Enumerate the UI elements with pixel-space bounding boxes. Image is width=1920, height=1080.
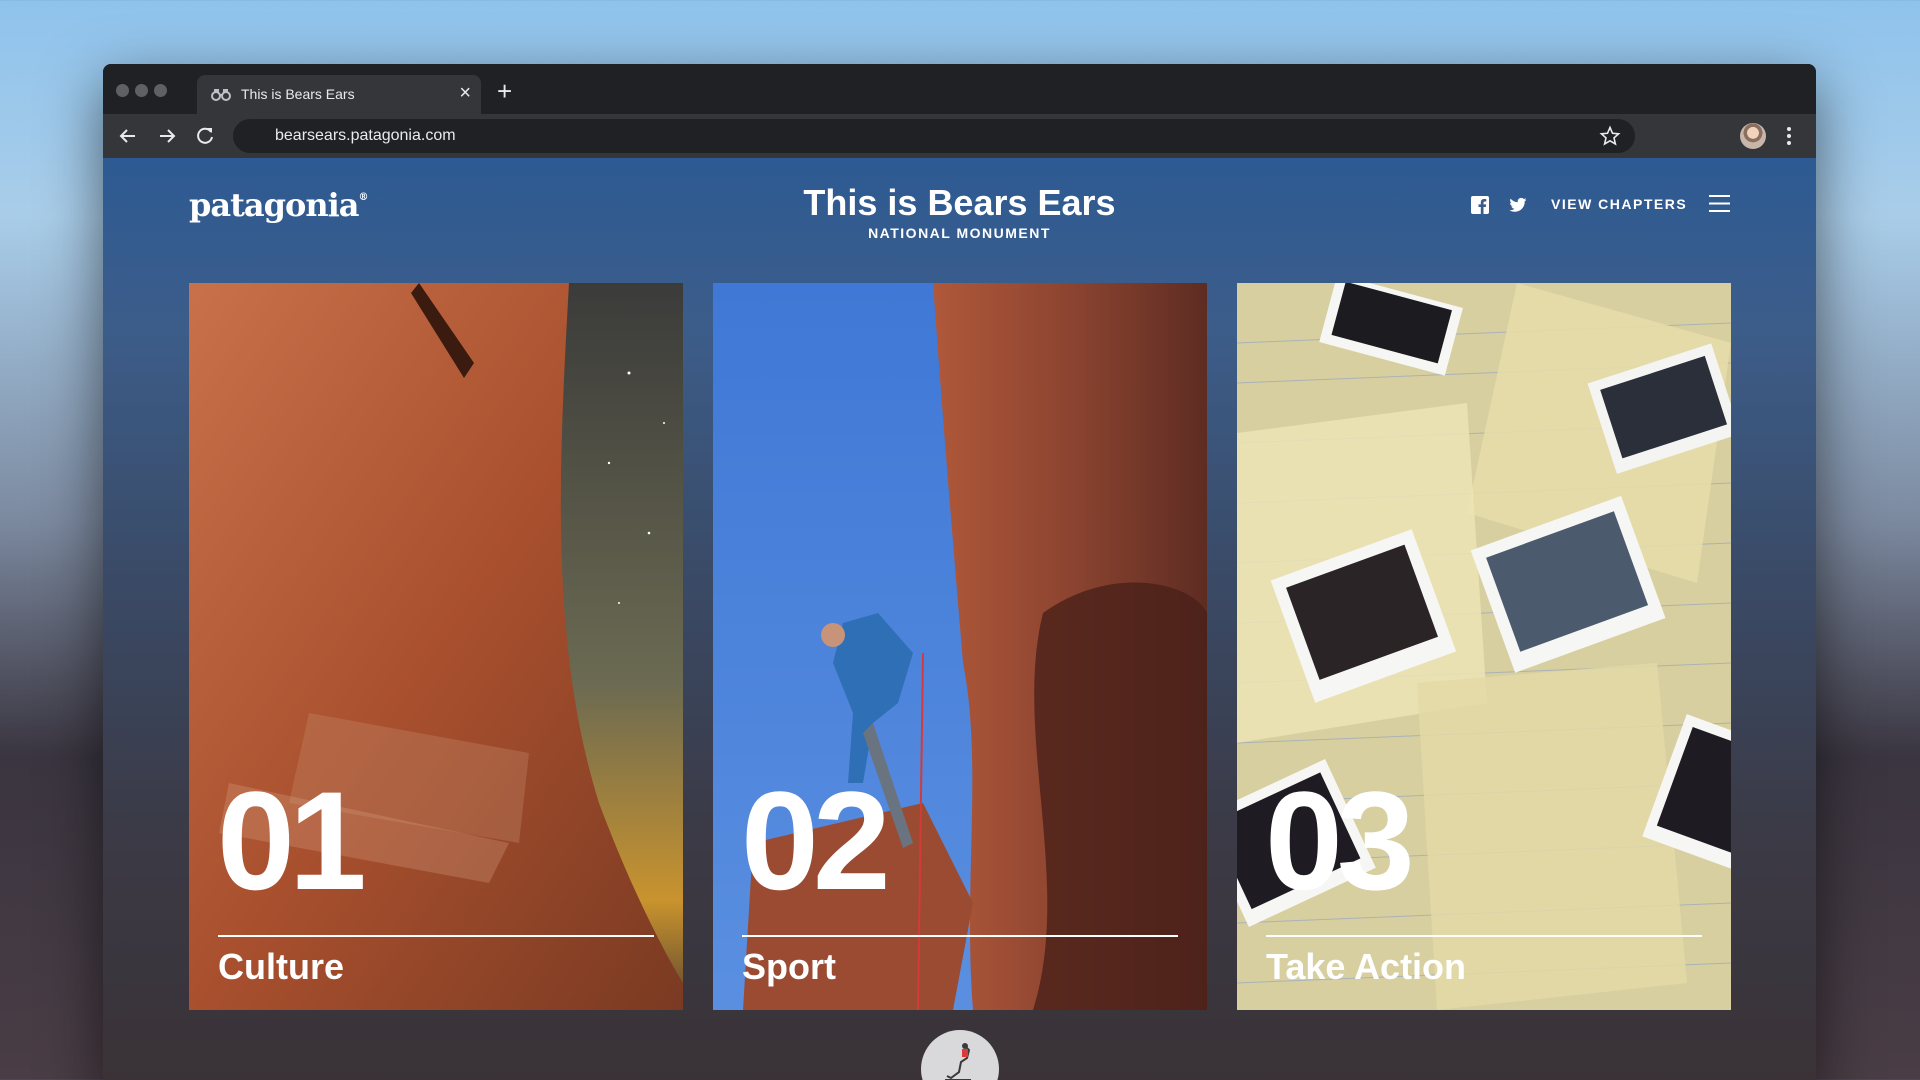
- chapter-number: 01: [217, 762, 367, 919]
- close-window-button[interactable]: [116, 84, 129, 97]
- chapter-divider: [1266, 935, 1702, 937]
- chapter-card-take-action[interactable]: 03 Take Action: [1237, 283, 1731, 1010]
- forward-arrow-icon[interactable]: [156, 125, 178, 147]
- close-icon[interactable]: ×: [459, 82, 471, 104]
- twitter-icon[interactable]: [1509, 196, 1527, 214]
- chapter-card-culture[interactable]: 01 Culture: [189, 283, 683, 1010]
- chapter-label: Take Action: [1266, 946, 1467, 987]
- binoculars-icon: [211, 89, 231, 101]
- page-subtitle: NATIONAL MONUMENT: [868, 225, 1051, 241]
- profile-avatar[interactable]: [1740, 123, 1766, 149]
- reload-icon[interactable]: [194, 125, 216, 147]
- chapter-label: Culture: [218, 946, 344, 987]
- star-icon[interactable]: [1599, 125, 1621, 147]
- browser-window: This is Bears Ears × + bearsears.patagon…: [103, 64, 1816, 1080]
- chapter-number: 02: [741, 762, 891, 919]
- view-chapters-link[interactable]: VIEW CHAPTERS: [1551, 196, 1687, 212]
- web-page: patagonia® This is Bears Ears NATIONAL M…: [103, 158, 1816, 1080]
- chapter-divider: [218, 935, 654, 937]
- chapter-label: Sport: [742, 946, 836, 987]
- address-bar[interactable]: bearsears.patagonia.com: [233, 119, 1635, 153]
- browser-toolbar: bearsears.patagonia.com: [103, 114, 1816, 158]
- more-menu-icon[interactable]: [1783, 125, 1795, 147]
- minimize-window-button[interactable]: [135, 84, 148, 97]
- plus-icon[interactable]: +: [497, 78, 512, 104]
- scroll-down-badge[interactable]: [921, 1030, 999, 1080]
- browser-tab[interactable]: This is Bears Ears ×: [197, 75, 481, 114]
- back-arrow-icon[interactable]: [117, 125, 139, 147]
- url-text: bearsears.patagonia.com: [275, 127, 456, 144]
- facebook-icon[interactable]: [1471, 196, 1489, 214]
- maximize-window-button[interactable]: [154, 84, 167, 97]
- chapter-number: 03: [1265, 762, 1415, 919]
- hamburger-menu-icon[interactable]: [1709, 194, 1730, 213]
- chapter-divider: [742, 935, 1178, 937]
- tab-title: This is Bears Ears: [241, 86, 355, 102]
- climber-emblem-icon: [945, 1043, 971, 1080]
- tab-strip: This is Bears Ears × +: [103, 64, 1816, 114]
- chapter-card-sport[interactable]: 02 Sport: [713, 283, 1207, 1010]
